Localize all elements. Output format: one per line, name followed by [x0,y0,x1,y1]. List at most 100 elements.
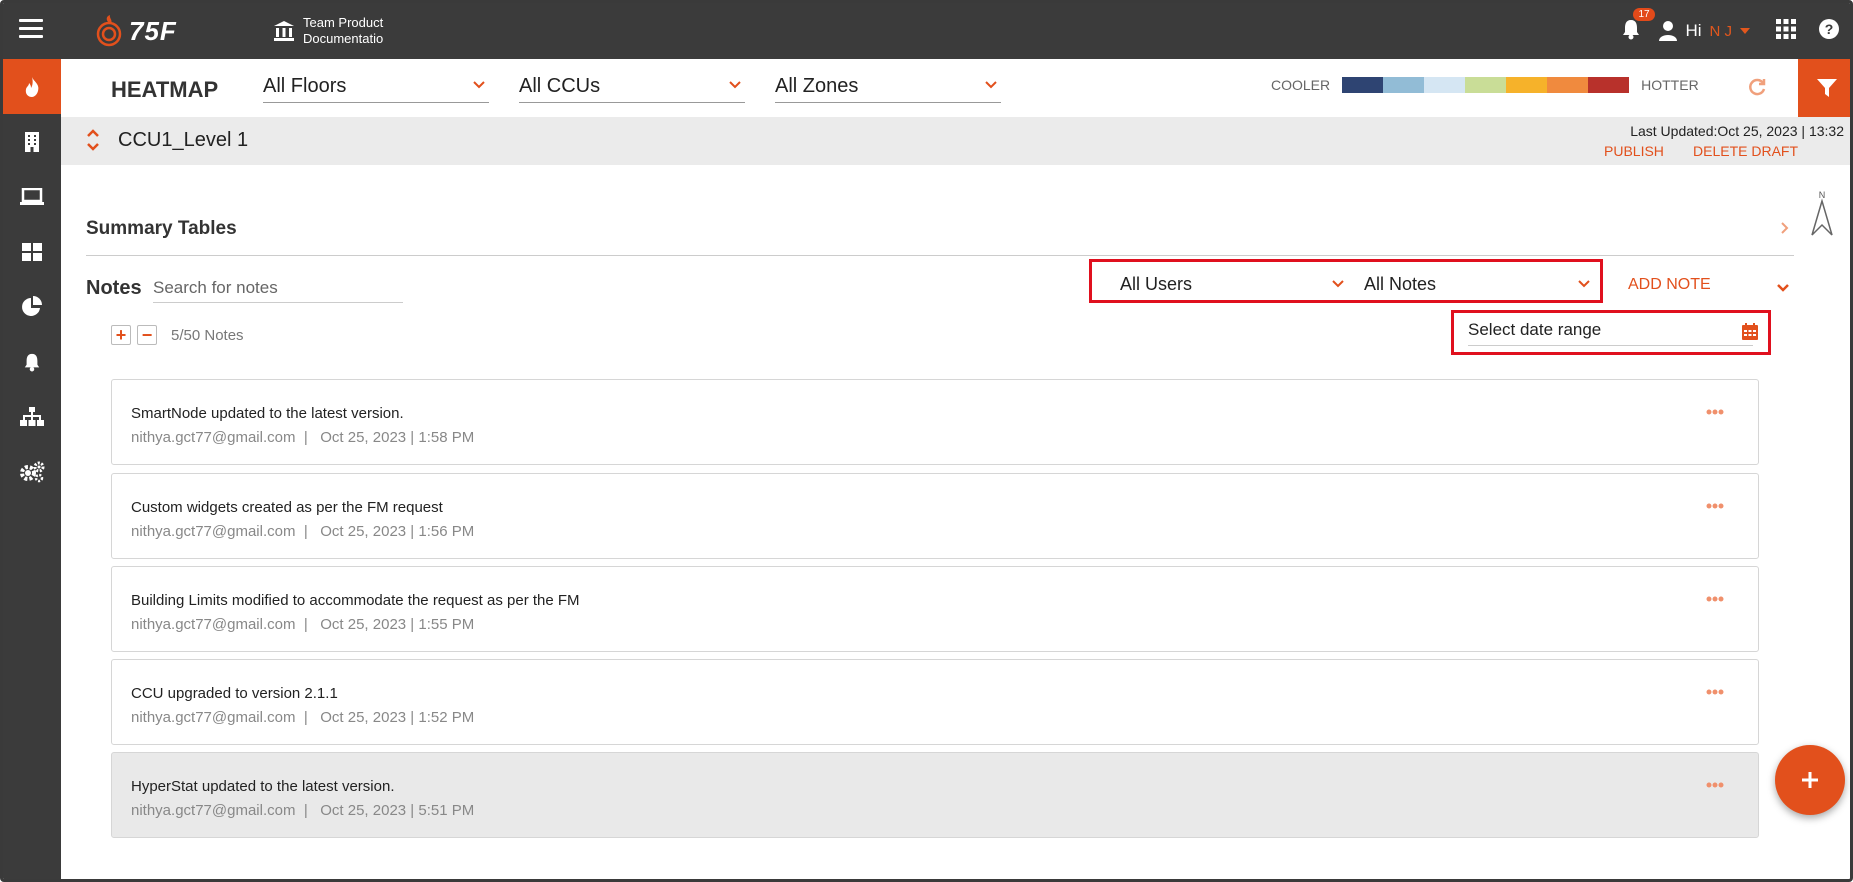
zones-dropdown-value: All Zones [775,75,859,97]
note-separator: | [303,802,308,819]
users-filter-dropdown[interactable]: All Users [1120,274,1192,295]
notifications-button[interactable]: 17 [1621,7,1655,45]
ccus-dropdown-value: All CCUs [519,75,601,97]
floors-dropdown[interactable]: All Floors [263,75,489,103]
more-dots-icon [1706,782,1724,788]
legend-swatch [1342,77,1384,93]
more-dots-icon [1706,503,1724,509]
note-card[interactable]: SmartNode updated to the latest version.… [111,379,1759,465]
legend-swatch [1383,77,1425,93]
legend-swatch [1547,77,1589,93]
note-meta: nithya.gct77@gmail.com | Oct 25, 2023 | … [131,523,474,540]
more-dots-icon [1706,596,1724,602]
help-button[interactable]: ? [1818,18,1840,45]
north-arrow-icon: N [1811,190,1833,236]
last-updated: Last Updated:Oct 25, 2023 | 13:32 [1630,123,1844,139]
ccu-bar: CCU1_Level 1 Last Updated:Oct 25, 2023 |… [61,117,1850,165]
note-title: CCU upgraded to version 2.1.1 [131,685,338,702]
user-menu[interactable]: Hi N J [1659,21,1750,41]
notes-type-filter-value: All Notes [1364,274,1437,294]
note-card[interactable]: CCU upgraded to version 2.1.1 nithya.gct… [111,659,1759,745]
sidebar-item-devices[interactable] [3,169,61,224]
sidebar-item-settings[interactable] [3,444,61,499]
filter-button[interactable] [1798,59,1850,117]
note-more-button[interactable] [1706,589,1724,607]
zones-dropdown[interactable]: All Zones [775,75,1001,103]
note-author: nithya.gct77@gmail.com [131,709,296,726]
date-range-input[interactable]: Select date range [1468,320,1753,346]
temperature-legend: COOLER HOTTER [1271,77,1699,93]
delete-draft-link[interactable]: DELETE DRAFT [1693,143,1798,159]
legend-color-bar [1342,77,1630,93]
caret-down-icon [1740,28,1750,34]
chevron-down-icon [473,81,485,89]
note-card[interactable]: Custom widgets created as per the FM req… [111,473,1759,559]
notes-search-input[interactable] [153,273,403,303]
apps-grid-button[interactable] [1776,18,1796,44]
note-time: Oct 25, 2023 | 1:52 PM [320,709,475,726]
building-icon [25,131,39,152]
ccu-expand-toggle[interactable] [87,129,99,156]
app-frame: 75F Team Product Documentatio 17 Hi N J … [0,0,1853,882]
publish-link[interactable]: PUBLISH [1604,143,1664,159]
refresh-icon [1749,78,1766,96]
note-card-highlighted[interactable]: HyperStat updated to the latest version.… [111,752,1759,838]
calendar-icon[interactable] [1742,323,1758,340]
add-note-button[interactable]: ADD NOTE [1628,276,1711,294]
chevron-down-icon [1578,280,1590,288]
bell-icon [24,353,40,371]
expand-all-button[interactable]: + [111,325,131,345]
filter-icon [1817,79,1837,97]
chevron-down-icon [1332,280,1344,288]
user-initials: N J [1709,22,1733,40]
summary-tables-title[interactable]: Summary Tables [86,218,237,240]
note-separator: | [303,709,308,726]
note-more-button[interactable] [1706,402,1724,420]
notes-type-filter-dropdown[interactable]: All Notes [1364,274,1436,295]
sidebar-item-hierarchy[interactable] [3,389,61,444]
legend-swatch [1588,77,1630,93]
note-more-button[interactable] [1706,496,1724,514]
sidebar-item-heatmap[interactable] [3,59,61,114]
logo[interactable]: 75F [95,13,177,49]
sidebar-item-analytics[interactable] [3,279,61,334]
refresh-button[interactable] [1747,77,1767,102]
gears-icon [20,461,45,482]
heatmap-header: HEATMAP All Floors All CCUs All Zones CO… [61,59,1850,117]
notes-collapse-button[interactable] [1777,279,1789,297]
sidebar-item-dashboard[interactable] [3,224,61,279]
svg-text:?: ? [1825,21,1834,37]
notes-filter-group: All Users All Notes [1089,259,1603,303]
note-author: nithya.gct77@gmail.com [131,523,296,540]
note-more-button[interactable] [1706,682,1724,700]
site-selector[interactable]: Team Product Documentatio [273,15,383,47]
note-meta: nithya.gct77@gmail.com | Oct 25, 2023 | … [131,616,474,633]
note-author: nithya.gct77@gmail.com [131,616,296,633]
bank-building-icon [274,21,294,41]
bell-icon [1623,19,1640,39]
flame-icon [25,76,39,97]
plus-icon [1802,772,1818,788]
note-title: HyperStat updated to the latest version. [131,778,395,795]
note-separator: | [303,429,308,446]
sidebar-item-building[interactable] [3,114,61,169]
dashboard-grid-icon [22,242,42,261]
note-more-button[interactable] [1706,775,1724,793]
legend-swatch [1506,77,1548,93]
ccus-dropdown[interactable]: All CCUs [519,75,745,103]
sort-arrows-icon [87,129,99,151]
sidebar-item-alerts[interactable] [3,334,61,389]
user-icon [1659,21,1678,41]
chevron-right-icon [1781,222,1789,234]
note-card[interactable]: Building Limits modified to accommodate … [111,566,1759,652]
collapse-all-button[interactable]: − [137,325,157,345]
add-floating-button[interactable] [1775,745,1845,815]
hierarchy-icon [20,406,44,426]
floors-dropdown-value: All Floors [263,75,347,97]
summary-expand-button[interactable] [1781,221,1789,239]
menu-icon[interactable] [19,19,43,41]
note-title: SmartNode updated to the latest version. [131,405,404,422]
legend-hotter-label: HOTTER [1641,77,1699,93]
brand-name: 75F [129,15,177,46]
sidebar [3,59,61,879]
